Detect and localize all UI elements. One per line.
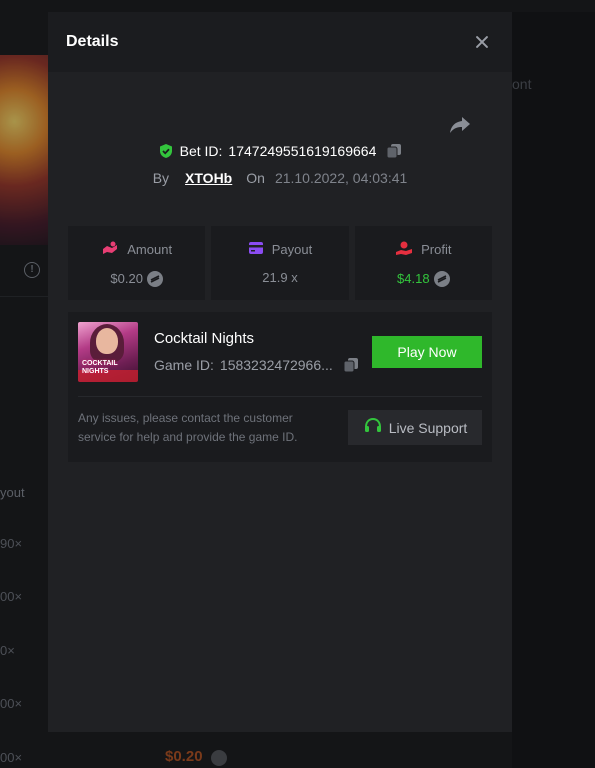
copy-icon[interactable]: [386, 143, 402, 159]
bet-id-value: 1747249551619169664: [228, 143, 377, 159]
game-id-label: Game ID:: [154, 357, 214, 373]
game-card: COCKTAIL NIGHTS Cocktail Nights Game ID:…: [68, 312, 492, 462]
bet-id-label: Bet ID:: [179, 143, 223, 159]
background-game-thumbnail: [0, 55, 48, 245]
modal-header: Details: [48, 12, 512, 72]
background-bottom-strip: [48, 732, 512, 768]
background-amount: $0.20: [165, 748, 203, 765]
thumbnail-text: COCKTAIL NIGHTS: [82, 360, 118, 375]
card-divider: [78, 396, 482, 397]
background-row: 00×: [0, 589, 23, 604]
coin-icon: [433, 270, 450, 287]
game-thumbnail[interactable]: COCKTAIL NIGHTS: [78, 322, 138, 382]
background-right-panel: [512, 12, 595, 768]
share-icon[interactable]: [448, 112, 472, 136]
headset-icon: [363, 416, 383, 439]
username-link[interactable]: XTOHb: [185, 170, 232, 186]
coin-icon: [146, 270, 163, 287]
copy-icon[interactable]: [343, 357, 359, 373]
by-label: By: [152, 170, 170, 186]
coin-icon: [211, 750, 227, 766]
payout-value: 21.9 x: [262, 270, 298, 285]
stat-payout: Payout 21.9 x: [211, 226, 349, 300]
amount-icon: [101, 240, 119, 259]
background-row: 00×: [0, 696, 23, 711]
stat-amount: Amount $0.20: [68, 226, 206, 300]
live-support-button[interactable]: Live Support: [348, 410, 482, 445]
modal-title: Details: [66, 33, 119, 50]
game-id-line: Game ID: 1583232472966...: [154, 357, 359, 373]
game-id-value: 1583232472966...: [219, 357, 333, 373]
amount-value: $0.20: [110, 271, 143, 286]
background-row: 90×: [0, 536, 23, 551]
by-line: By XTOHb On 21.10.2022, 04:03:41: [48, 170, 512, 186]
stats-row: Amount $0.20 Payout 21.9 x Profit $4.18: [68, 226, 492, 300]
on-label: On: [246, 170, 265, 186]
payout-label: Payout: [271, 242, 313, 257]
amount-label: Amount: [127, 241, 173, 257]
profit-icon: [395, 240, 413, 259]
thumbnail-art: [96, 328, 118, 354]
close-icon[interactable]: [472, 32, 492, 52]
background-ghost-text: ont: [512, 76, 532, 92]
payout-icon: [248, 241, 264, 258]
support-note: Any issues, please contact the customer …: [78, 411, 298, 444]
background-top: [0, 0, 595, 12]
details-modal: Details Bet ID: 1747249551619169664 By X…: [48, 12, 512, 732]
play-now-button[interactable]: Play Now: [372, 336, 482, 368]
profit-label: Profit: [421, 241, 452, 257]
background-column-header: yout: [0, 485, 25, 500]
live-support-label: Live Support: [388, 419, 468, 436]
game-name: Cocktail Nights: [154, 330, 255, 347]
background-divider: [0, 296, 48, 297]
info-icon: !: [24, 262, 40, 278]
shield-check-icon: [158, 143, 174, 159]
background-row: 0×: [0, 643, 15, 658]
bet-id-line: Bet ID: 1747249551619169664: [48, 143, 512, 159]
profit-value: $4.18: [397, 271, 430, 286]
background-row: 00×: [0, 750, 23, 765]
stat-profit: Profit $4.18: [354, 226, 492, 300]
bet-datetime: 21.10.2022, 04:03:41: [274, 170, 408, 186]
